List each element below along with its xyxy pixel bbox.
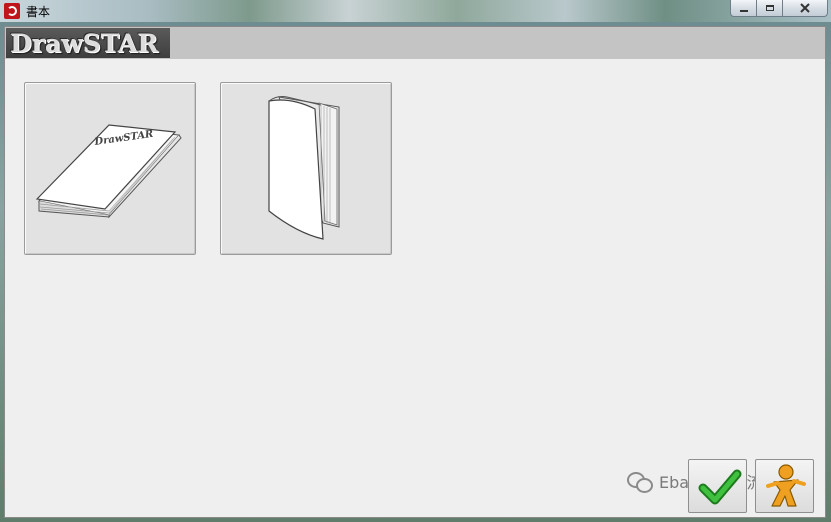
main-panel: DrawSTAR DrawSTAR <box>4 26 826 518</box>
book-standing-icon <box>268 96 340 240</box>
window-title: 書本 <box>26 4 51 19</box>
close-icon <box>800 3 810 13</box>
drawstar-logo: DrawSTAR <box>6 28 170 58</box>
app-window: 書本 DrawSTAR DrawSTAR <box>0 0 831 522</box>
book-standing-button[interactable] <box>220 82 392 255</box>
close-button[interactable] <box>782 0 828 17</box>
book-flat-button[interactable]: DrawSTAR <box>24 82 196 255</box>
app-logo-icon[interactable] <box>4 3 20 19</box>
checkmark-icon <box>698 469 742 505</box>
title-bar[interactable]: 書本 <box>0 0 831 22</box>
maximize-button[interactable] <box>756 0 782 17</box>
confirm-button[interactable] <box>688 459 747 513</box>
minimize-icon <box>739 9 748 12</box>
maximize-icon <box>765 5 774 11</box>
book-flat-icon: DrawSTAR <box>35 124 182 219</box>
window-controls <box>730 0 828 18</box>
header-band: DrawSTAR <box>5 27 825 59</box>
minimize-button[interactable] <box>730 0 756 17</box>
user-figure-icon <box>766 464 806 507</box>
logo-text: DrawSTAR <box>10 28 159 58</box>
wechat-icon <box>627 470 653 493</box>
user-button[interactable] <box>755 459 814 513</box>
